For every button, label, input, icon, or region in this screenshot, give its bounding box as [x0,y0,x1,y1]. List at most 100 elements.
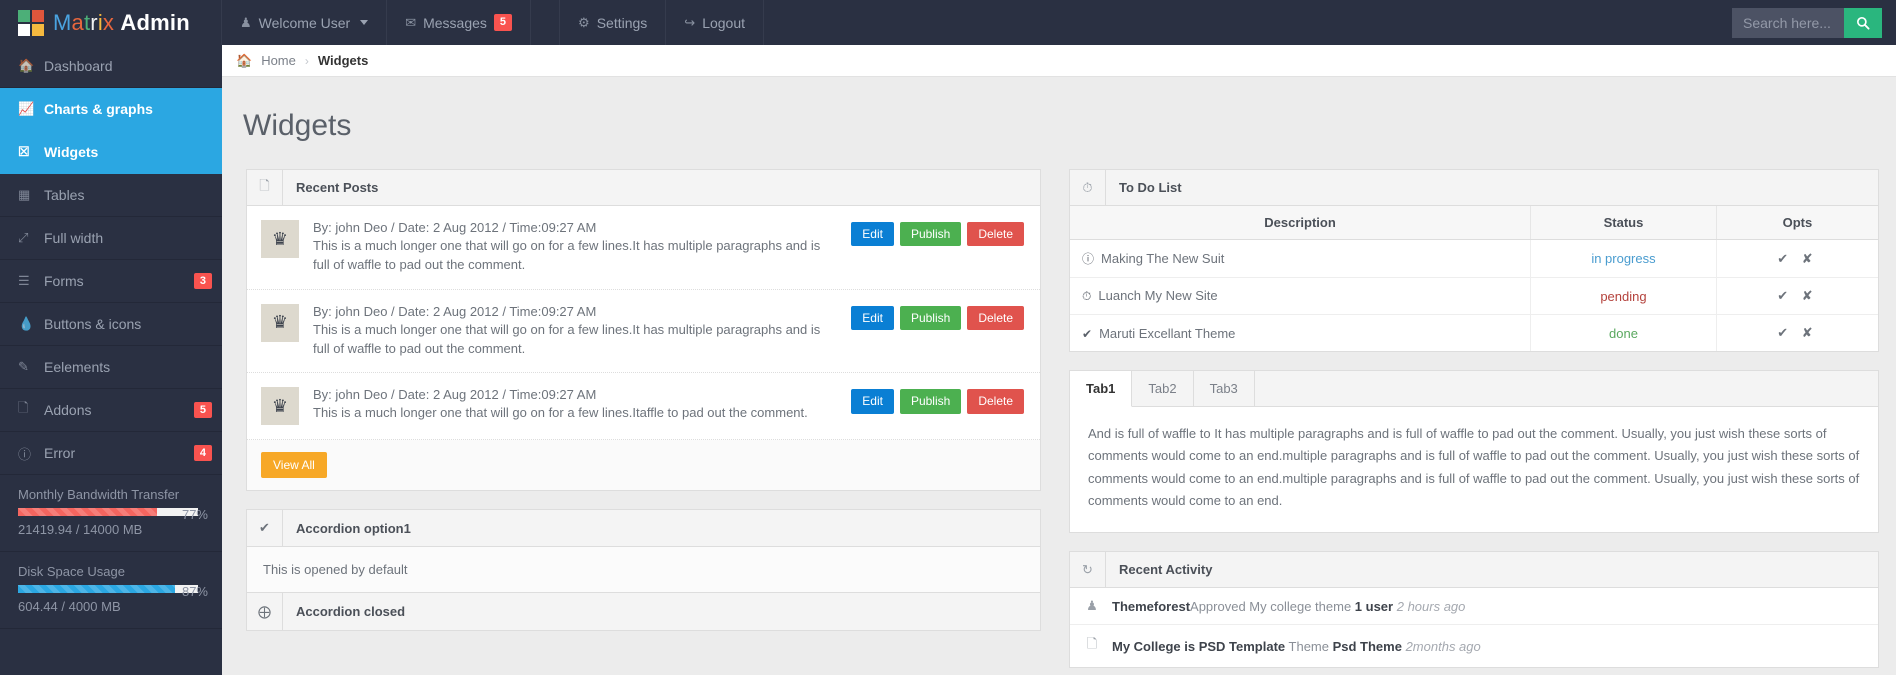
todo-table-header-row: Description Status Opts [1070,206,1878,240]
avatar: ♛ [261,387,299,425]
search-input[interactable] [1732,8,1844,38]
breadcrumb-current: Widgets [318,53,368,68]
post-text: This is a much longer one that will go o… [313,321,829,359]
sidebar-item-forms[interactable]: ☰ Forms 3 [0,260,222,303]
nav-messages-dropdown-toggle[interactable] [531,0,560,45]
post-item: ♛ By: john Deo / Date: 2 Aug 2012 / Time… [247,373,1040,440]
envelope-icon: ✉ [405,15,416,31]
tab-tab3[interactable]: Tab3 [1194,371,1255,406]
stat-value-bandwidth: 21419.94 / 14000 MB [18,522,204,537]
search-button[interactable] [1844,8,1882,38]
todo-status-cell: done [1531,315,1717,352]
publish-button[interactable]: Publish [900,222,961,246]
avatar: ♛ [261,304,299,342]
todo-description-cell: ⏱Luanch My New Site [1070,278,1531,315]
post-body: By: john Deo / Date: 2 Aug 2012 / Time:0… [313,304,837,359]
view-all-button[interactable]: View All [261,452,327,478]
sidebar-item-addons[interactable]: 🗋 Addons 5 [0,389,222,432]
stat-monthly-bandwidth: Monthly Bandwidth Transfer 21419.94 / 14… [0,475,222,552]
home-icon: 🏠 [18,58,44,74]
tab-tab1[interactable]: Tab1 [1070,371,1132,407]
post-text: This is a much longer one that will go o… [313,404,829,423]
activity-mid-1: Approved My college theme [1190,599,1355,614]
breadcrumb-home-link[interactable]: Home [261,53,296,68]
accordion-header-closed[interactable]: ⨁ Accordion closed [247,593,1040,630]
todo-opts-cell[interactable]: ✔ ✘ [1716,240,1878,278]
nav-welcome-user[interactable]: ♟ Welcome User [221,0,387,45]
sidebar-label-buttons-icons: Buttons & icons [44,316,204,332]
publish-button[interactable]: Publish [900,306,961,330]
recent-posts-footer: View All [247,440,1040,490]
sidebar-item-widgets[interactable]: ☒ Widgets [0,131,222,174]
clock-icon: ⏱ [1070,170,1106,205]
sidebar-item-error[interactable]: ⓘ Error 4 [0,432,222,475]
content-columns: 🗋 Recent Posts ♛ By: john Deo / Date: 2 … [222,169,1896,675]
post-actions: Edit Publish Delete [851,304,1024,330]
file-icon: 🗋 [247,170,283,205]
edit-button[interactable]: Edit [851,222,894,246]
sidebar-label-widgets: Widgets [44,144,204,160]
nav-messages-label: Messages [423,15,487,31]
accordion-body-option1: This is opened by default [247,547,1040,593]
todo-list-panel: ⏱ To Do List Description Status Opts [1069,169,1879,352]
search-icon [1856,16,1870,30]
sidebar-label-tables: Tables [44,187,204,203]
brand-letter-r: r [90,10,98,35]
activity-strong-1: Themeforest [1112,599,1190,614]
nav-settings[interactable]: ⚙ Settings [559,0,666,45]
top-navbar: Matrix Admin ♟ Welcome User ✉ Messages 5… [0,0,1896,45]
stat-percent-disk: 87% [182,584,208,599]
nav-messages[interactable]: ✉ Messages 5 [386,0,531,45]
nav-logout[interactable]: ↪ Logout [665,0,764,45]
sidebar-item-full-width[interactable]: ⤢ Full width [0,217,222,260]
todo-list-title: To Do List [1106,170,1182,205]
delete-button[interactable]: Delete [967,222,1024,246]
delete-button[interactable]: Delete [967,306,1024,330]
sidebar-item-charts-graphs[interactable]: 📈 Charts & graphs [0,88,222,131]
edit-button[interactable]: Edit [851,306,894,330]
activity-strong-1: My College is PSD Template [1112,639,1285,654]
list-icon: ☰ [18,273,44,289]
table-icon: ▦ [18,187,44,203]
sidebar-label-forms: Forms [44,273,194,289]
status-badge: pending [1600,289,1646,304]
user-icon: ♟ [240,15,252,31]
page-title: Widgets [222,77,1896,169]
sidebar-item-buttons-icons[interactable]: 💧 Buttons & icons [0,303,222,346]
post-actions: Edit Publish Delete [851,220,1024,246]
brand-letter-x: x [103,10,114,35]
post-meta: By: john Deo / Date: 2 Aug 2012 / Time:0… [313,304,829,319]
left-column: 🗋 Recent Posts ♛ By: john Deo / Date: 2 … [246,169,1041,649]
delete-button[interactable]: Delete [967,389,1024,413]
refresh-icon: ↻ [1070,552,1106,587]
todo-list-header: ⏱ To Do List [1070,170,1878,206]
info-icon: ⓘ [18,444,44,463]
sidebar-badge-addons: 5 [194,402,212,418]
tab-tab2[interactable]: Tab2 [1132,371,1193,406]
post-meta: By: john Deo / Date: 2 Aug 2012 / Time:0… [313,387,829,402]
todo-opts-cell[interactable]: ✔ ✘ [1716,278,1878,315]
sidebar-label-eelements: Eelements [44,359,204,375]
sidebar-item-eelements[interactable]: ✎ Eelements [0,346,222,389]
todo-description-text: Making The New Suit [1101,251,1224,266]
sidebar-item-dashboard[interactable]: 🏠 Dashboard [0,45,222,88]
sidebar-item-tables[interactable]: ▦ Tables [0,174,222,217]
todo-col-description: Description [1070,206,1531,240]
brand-logo[interactable]: Matrix Admin [0,0,222,45]
brand-title: Matrix Admin [53,10,190,36]
accordion-header-option1[interactable]: ✔ Accordion option1 [247,510,1040,547]
todo-status-cell: in progress [1531,240,1717,278]
publish-button[interactable]: Publish [900,389,961,413]
home-icon: 🏠 [236,53,252,69]
todo-opts-cell[interactable]: ✔ ✘ [1716,315,1878,352]
stat-title-bandwidth: Monthly Bandwidth Transfer [18,487,204,502]
clock-icon: ⏱ [1082,289,1091,303]
edit-button[interactable]: Edit [851,389,894,413]
app-root: Matrix Admin ♟ Welcome User ✉ Messages 5… [0,0,1896,675]
activity-mid-1: Theme [1285,639,1332,654]
table-row: ⓘMaking The New Suit in progress ✔ ✘ [1070,240,1878,278]
accordion-title-option1: Accordion option1 [283,510,411,546]
stat-value-disk: 604.44 / 4000 MB [18,599,204,614]
tab-content-tab1: And is full of waffle to It has multiple… [1070,407,1878,532]
search-area [1732,8,1896,38]
